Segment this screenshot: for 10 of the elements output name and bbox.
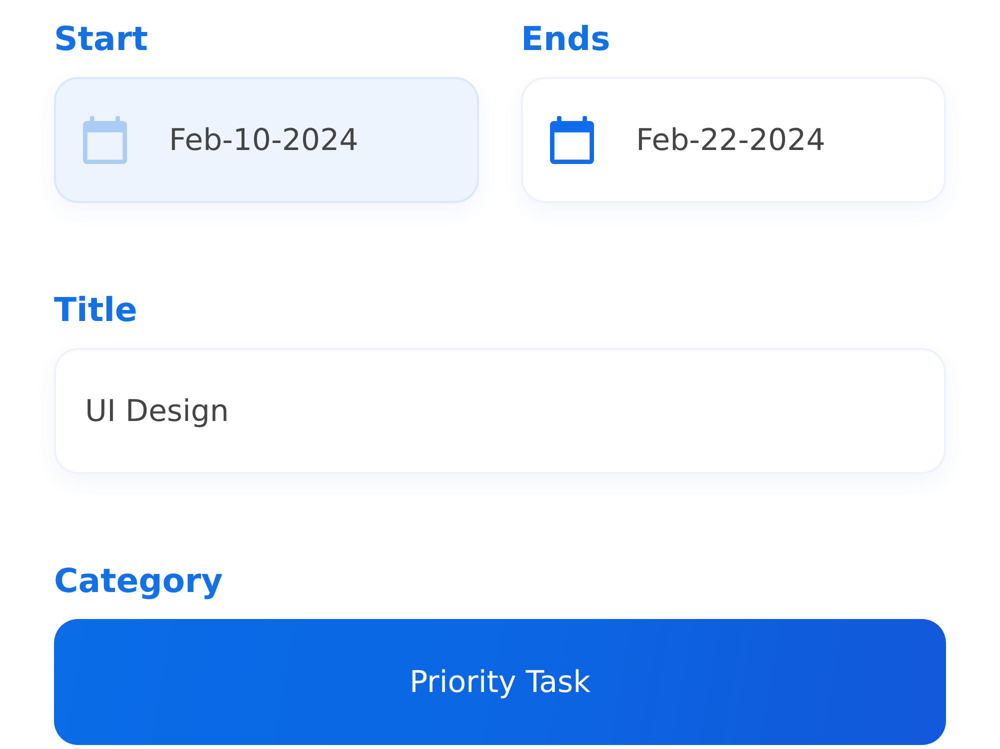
field-label: Category: [54, 561, 223, 601]
calendar-icon: [83, 116, 127, 164]
field-label: Ends: [521, 19, 610, 59]
date-field[interactable]: Feb-22-2024: [521, 77, 946, 203]
field-label: Title: [54, 290, 138, 330]
category-button[interactable]: Priority Task: [54, 619, 946, 745]
date-field[interactable]: Feb-10-2024: [54, 77, 479, 203]
text-field[interactable]: UI Design: [54, 348, 946, 474]
field-label: Start: [54, 19, 148, 59]
calendar-icon: [550, 116, 594, 164]
